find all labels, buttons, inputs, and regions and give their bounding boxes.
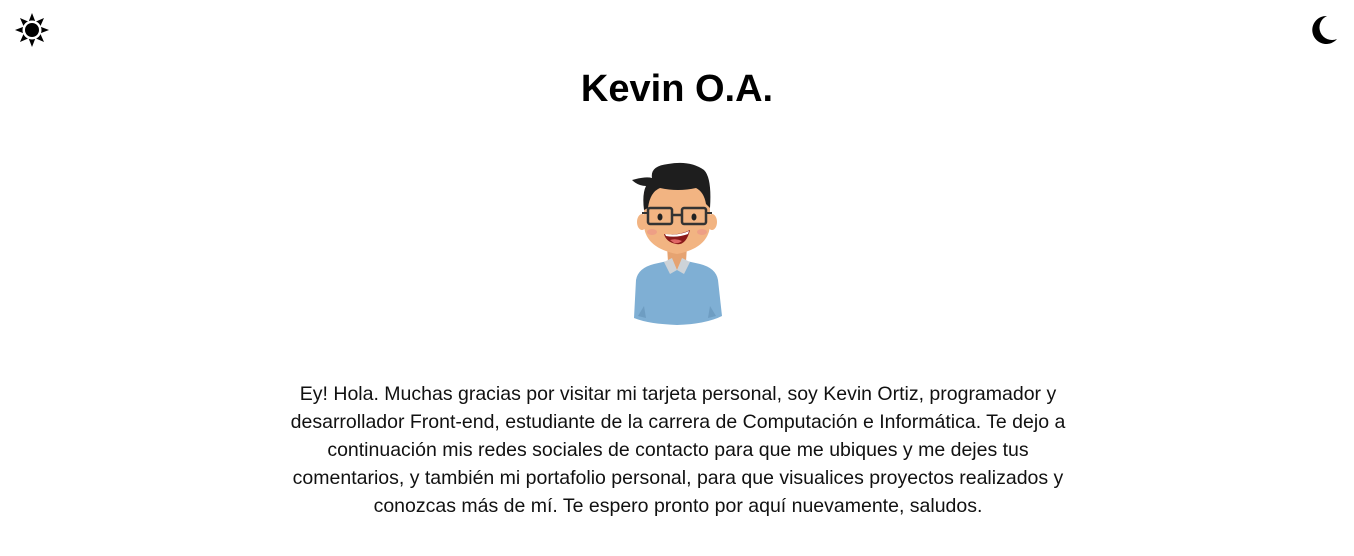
profile-card-page: Kevin O.A. Ey! Hola. Muchas gracias por … — [0, 0, 1354, 556]
sun-icon — [15, 13, 49, 47]
bio-text: Ey! Hola. Muchas gracias por visitar mi … — [290, 383, 1066, 517]
avatar — [632, 162, 722, 325]
dark-theme-button[interactable] — [1306, 12, 1342, 48]
light-theme-button[interactable] — [14, 12, 50, 48]
page-title: Kevin O.A. — [580, 68, 774, 110]
moon-icon — [1312, 15, 1337, 44]
